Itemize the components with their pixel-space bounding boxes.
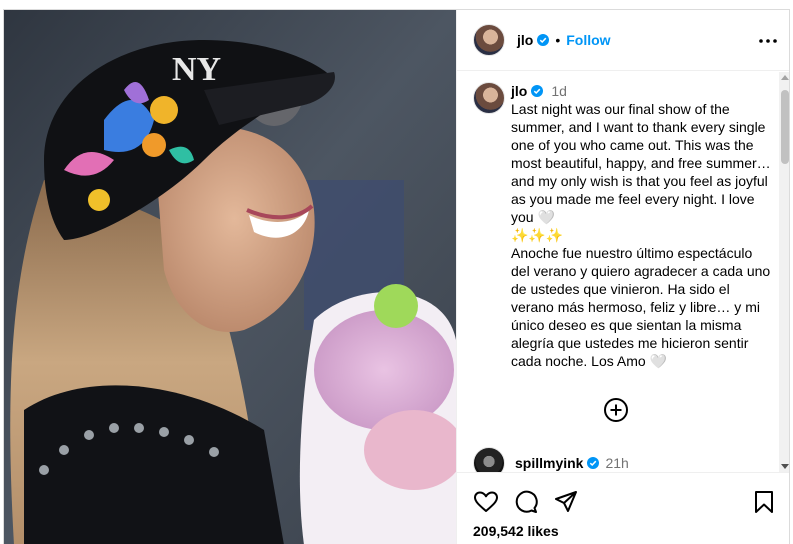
plus-circle-icon[interactable]	[603, 397, 629, 423]
comments-section: jlo 1d Last night was our final show of t…	[457, 72, 789, 472]
post-side-panel: jlo • Follow jlo 1d Last night was our f…	[456, 10, 789, 544]
caption-author-avatar[interactable]	[473, 82, 505, 114]
author-avatar[interactable]	[473, 24, 505, 56]
post-photo-illustration: NY	[4, 10, 456, 544]
heart-icon[interactable]	[473, 489, 499, 515]
caption: jlo 1d Last night was our final show of t…	[473, 82, 773, 370]
caption-text: Last night was our final show of the sum…	[511, 101, 771, 369]
comment-item: spillmyink 21h	[473, 447, 629, 472]
scroll-down-arrow-icon[interactable]	[781, 464, 789, 469]
paper-plane-icon[interactable]	[553, 489, 579, 515]
bookmark-icon[interactable]	[751, 489, 777, 515]
caption-author-username[interactable]: jlo	[511, 83, 527, 99]
caption-header: jlo 1d	[511, 82, 773, 100]
commenter-avatar[interactable]	[473, 447, 505, 472]
more-options-icon[interactable]	[756, 32, 780, 50]
likes-count[interactable]: 209,542 likes	[473, 523, 559, 539]
follow-button[interactable]: Follow	[566, 32, 610, 48]
author-username[interactable]: jlo	[517, 32, 533, 48]
caption-body: jlo 1d Last night was our final show of t…	[511, 82, 773, 370]
post-dialog: NY jlo • Follow jlo 1d Last night was ou…	[3, 9, 790, 544]
separator-dot: •	[555, 32, 561, 48]
comment-timestamp[interactable]: 21h	[605, 455, 628, 471]
comment-bubble-icon[interactable]	[513, 489, 539, 515]
caption-timestamp[interactable]: 1d	[551, 83, 567, 99]
comments-scrollbar[interactable]	[779, 72, 789, 472]
verified-badge-icon	[537, 34, 550, 46]
commenter-username[interactable]: spillmyink	[515, 455, 583, 471]
post-actions: 209,542 likes	[457, 472, 789, 544]
verified-badge-icon	[531, 85, 544, 97]
post-header: jlo • Follow	[457, 10, 789, 71]
svg-text:NY: NY	[172, 51, 221, 88]
scrollbar-thumb[interactable]	[781, 90, 789, 164]
scroll-up-arrow-icon[interactable]	[781, 75, 789, 80]
post-image[interactable]: NY	[4, 10, 456, 544]
verified-badge-icon	[587, 457, 600, 469]
